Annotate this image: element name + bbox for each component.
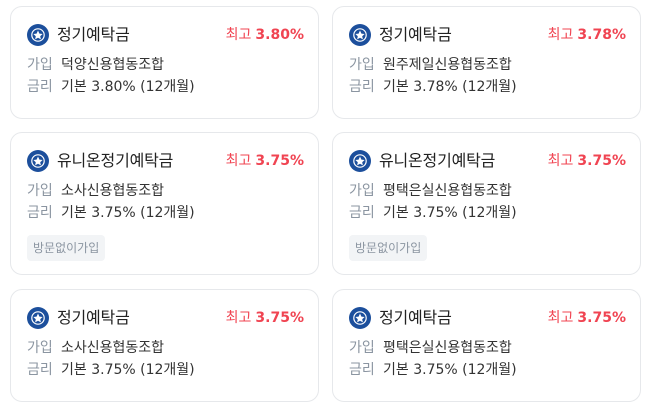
product-card[interactable]: 유니온정기예탁금 최고 3.75% 가입 소사신용협동조합 금리 기본 3.75% (… <box>10 132 319 275</box>
rate-row: 금리 기본 3.75% (12개월) <box>349 203 517 223</box>
rate-label: 금리 <box>27 205 53 221</box>
base-rate: 기본 3.80% (12개월) <box>61 79 195 95</box>
max-rate-value: 3.75% <box>255 153 304 169</box>
rate-row: 금리 기본 3.75% (12개월) <box>27 360 195 380</box>
max-rate: 최고 3.78% <box>548 26 626 44</box>
product-card[interactable]: 유니온정기예탁금 최고 3.75% 가입 평택은실신용협동조합 금리 기본 3.75%… <box>332 132 641 275</box>
rate-row: 금리 기본 3.75% (12개월) <box>27 203 195 223</box>
max-rate-value: 3.75% <box>577 310 626 326</box>
rate-row: 금리 기본 3.75% (12개월) <box>349 360 517 380</box>
credit-union-logo-icon <box>349 150 371 172</box>
product-name: 정기예탁금 <box>379 25 452 44</box>
max-rate-value: 3.75% <box>255 310 304 326</box>
rate-row: 금리 기본 3.78% (12개월) <box>349 77 517 97</box>
max-rate-label: 최고 <box>547 153 574 169</box>
join-label: 가입 <box>349 340 375 356</box>
base-rate: 기본 3.75% (12개월) <box>61 362 195 378</box>
base-rate: 기본 3.75% (12개월) <box>61 205 195 221</box>
institution-row: 가입 평택은실신용협동조합 <box>349 338 512 358</box>
base-rate: 기본 3.75% (12개월) <box>383 362 517 378</box>
product-name: 정기예탁금 <box>379 308 452 327</box>
max-rate: 최고 3.75% <box>548 309 626 327</box>
max-rate: 최고 3.75% <box>548 152 626 170</box>
rate-label: 금리 <box>349 362 375 378</box>
join-label: 가입 <box>27 183 53 199</box>
base-rate: 기본 3.75% (12개월) <box>383 205 517 221</box>
max-rate-label: 최고 <box>547 310 574 326</box>
product-card[interactable]: 정기예탁금 최고 3.78% 가입 원주제일신용협동조합 금리 기본 3.78% (1… <box>332 6 641 119</box>
base-rate: 기본 3.78% (12개월) <box>383 79 517 95</box>
rate-row: 금리 기본 3.80% (12개월) <box>27 77 195 97</box>
join-label: 가입 <box>349 57 375 73</box>
institution-name: 평택은실신용협동조합 <box>383 183 512 199</box>
institution-name: 덕양신용협동조합 <box>61 57 165 73</box>
product-card-grid: 정기예탁금 최고 3.80% 가입 덕양신용협동조합 금리 기본 3.80% (12개… <box>0 0 649 408</box>
institution-row: 가입 평택은실신용협동조합 <box>349 181 512 201</box>
join-label: 가입 <box>27 340 53 356</box>
max-rate-value: 3.80% <box>255 27 304 43</box>
institution-row: 가입 소사신용협동조합 <box>27 181 164 201</box>
rate-label: 금리 <box>27 79 53 95</box>
card-header: 유니온정기예탁금 최고 3.75% <box>27 149 304 175</box>
institution-row: 가입 소사신용협동조합 <box>27 338 164 358</box>
institution-name: 평택은실신용협동조합 <box>383 340 512 356</box>
max-rate-label: 최고 <box>225 310 252 326</box>
credit-union-logo-icon <box>27 24 49 46</box>
card-header: 정기예탁금 최고 3.75% <box>27 306 304 332</box>
credit-union-logo-icon <box>349 307 371 329</box>
join-label: 가입 <box>27 57 53 73</box>
card-header: 정기예탁금 최고 3.80% <box>27 23 304 49</box>
max-rate-label: 최고 <box>225 27 252 43</box>
institution-row: 가입 원주제일신용협동조합 <box>349 55 512 75</box>
max-rate-value: 3.75% <box>577 153 626 169</box>
institution-row: 가입 덕양신용협동조합 <box>27 55 164 75</box>
max-rate-value: 3.78% <box>577 27 626 43</box>
product-card[interactable]: 정기예탁금 최고 3.80% 가입 덕양신용협동조합 금리 기본 3.80% (12개… <box>10 6 319 119</box>
institution-name: 소사신용협동조합 <box>61 340 165 356</box>
max-rate-label: 최고 <box>225 153 252 169</box>
max-rate: 최고 3.80% <box>226 26 304 44</box>
join-label: 가입 <box>349 183 375 199</box>
card-header: 유니온정기예탁금 최고 3.75% <box>349 149 626 175</box>
product-name: 정기예탁금 <box>57 25 130 44</box>
product-card[interactable]: 정기예탁금 최고 3.75% 가입 평택은실신용협동조합 금리 기본 3.75% (1… <box>332 289 641 402</box>
card-header: 정기예탁금 최고 3.75% <box>349 306 626 332</box>
card-header: 정기예탁금 최고 3.78% <box>349 23 626 49</box>
credit-union-logo-icon <box>27 307 49 329</box>
rate-label: 금리 <box>349 79 375 95</box>
max-rate-label: 최고 <box>547 27 574 43</box>
max-rate: 최고 3.75% <box>226 152 304 170</box>
non-face-to-face-badge: 방문없이가입 <box>27 235 106 261</box>
institution-name: 소사신용협동조합 <box>61 183 165 199</box>
rate-label: 금리 <box>349 205 375 221</box>
max-rate: 최고 3.75% <box>226 309 304 327</box>
rate-label: 금리 <box>27 362 53 378</box>
non-face-to-face-badge: 방문없이가입 <box>349 235 428 261</box>
product-name: 유니온정기예탁금 <box>379 151 496 170</box>
credit-union-logo-icon <box>27 150 49 172</box>
credit-union-logo-icon <box>349 24 371 46</box>
institution-name: 원주제일신용협동조합 <box>383 57 512 73</box>
product-name: 정기예탁금 <box>57 308 130 327</box>
product-card[interactable]: 정기예탁금 최고 3.75% 가입 소사신용협동조합 금리 기본 3.75% (12개… <box>10 289 319 402</box>
product-name: 유니온정기예탁금 <box>57 151 174 170</box>
